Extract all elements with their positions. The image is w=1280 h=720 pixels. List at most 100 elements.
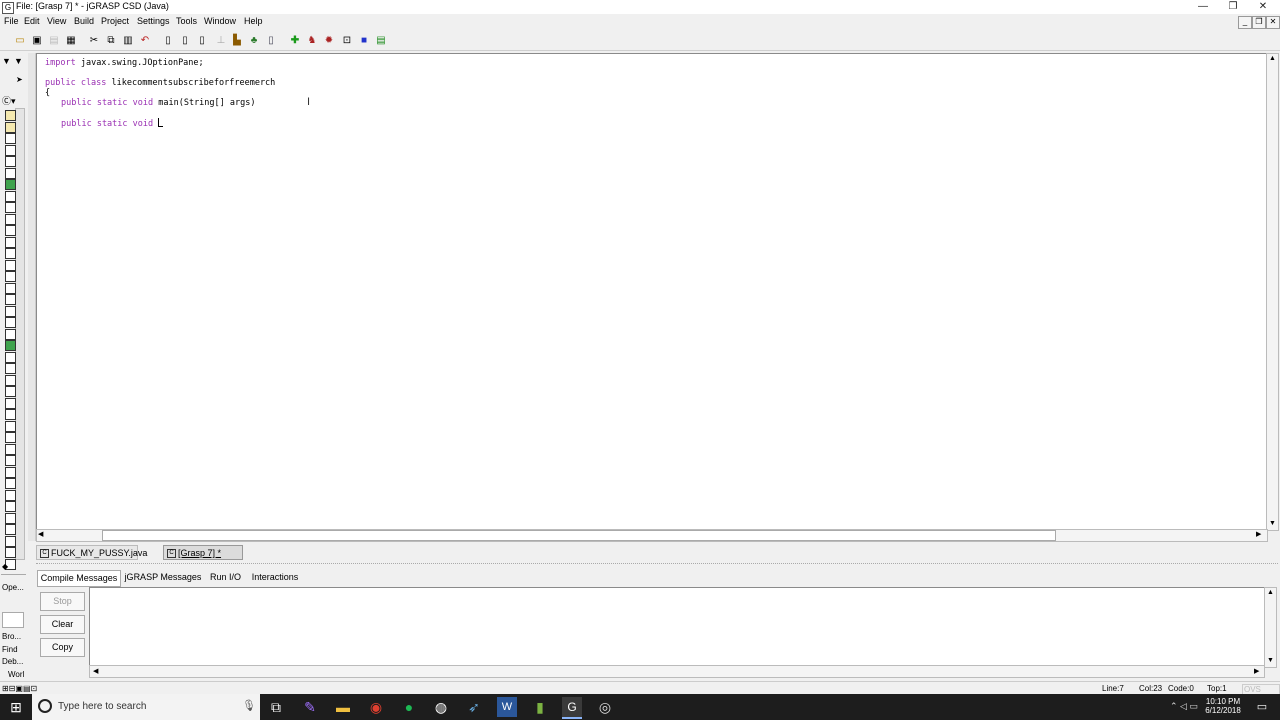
task-view-icon[interactable]: ⧉ <box>266 697 286 717</box>
minecraft-icon[interactable]: ▮ <box>530 697 550 717</box>
browse-item-icon[interactable] <box>5 133 16 144</box>
browse-item-icon[interactable] <box>5 340 16 351</box>
run-icon[interactable]: ♞ <box>304 33 320 49</box>
minimize-button[interactable]: — <box>1188 0 1218 14</box>
taskbar-search-box[interactable]: Type here to search 🎙 <box>32 694 260 720</box>
menu-project[interactable]: Project <box>101 16 129 26</box>
browse-item-icon[interactable] <box>5 501 16 512</box>
green-grid-icon[interactable]: ▤ <box>373 33 389 49</box>
expand-arrow-icon[interactable]: ➤ <box>16 75 23 84</box>
left-scrollbar[interactable] <box>15 108 25 560</box>
copy-button[interactable]: Copy <box>40 638 85 657</box>
browse-item-icon[interactable] <box>5 478 16 489</box>
steam-icon[interactable]: ➶ <box>464 697 484 717</box>
stop-button[interactable]: Stop <box>40 592 85 611</box>
browse-item-icon[interactable] <box>5 374 16 386</box>
editor-tab-file[interactable]: C FUCK_MY_PUSSY.java <box>36 545 147 560</box>
debug-icon[interactable]: ✹ <box>321 33 337 49</box>
horizontal-scroll-thumb[interactable] <box>102 530 1056 541</box>
browse-item-icon[interactable] <box>5 420 16 432</box>
maximize-button[interactable]: ❐ <box>1218 0 1248 14</box>
book-icon[interactable]: ▯ <box>263 33 279 49</box>
mdi-restore-icon[interactable]: ❐ <box>1252 16 1266 29</box>
windows-start-icon[interactable]: ⊞ <box>6 697 26 717</box>
browse-item-icon[interactable] <box>5 363 16 374</box>
class-dropdown-icon[interactable]: Ⓒ▾ <box>2 94 16 107</box>
browse-item-icon[interactable] <box>5 248 16 259</box>
menu-settings[interactable]: Settings <box>137 16 170 26</box>
scroll-down-icon[interactable]: ▼ <box>1267 657 1274 664</box>
chrome-icon[interactable]: ◉ <box>366 697 386 717</box>
editor-tab-grasp7[interactable]: C [Grasp 7] * <box>163 545 243 560</box>
find-label[interactable]: Find <box>2 645 18 654</box>
code-editor[interactable]: import javax.swing.JOptionPane; public c… <box>36 53 1267 531</box>
browse-label[interactable]: Bro... <box>2 632 21 641</box>
mdi-close-icon[interactable]: ✕ <box>1266 16 1280 29</box>
menu-tools[interactable]: Tools <box>176 16 197 26</box>
browse-item-icon[interactable] <box>5 524 16 535</box>
split-divider[interactable] <box>36 563 1278 568</box>
scroll-left-icon[interactable]: ◀ <box>38 530 43 538</box>
browse-item-icon[interactable] <box>5 213 16 225</box>
browse-item-icon[interactable] <box>5 179 16 190</box>
cut-icon[interactable]: ✂ <box>86 33 102 49</box>
menu-help[interactable]: Help <box>244 16 263 26</box>
copy-icon[interactable]: ⧉ <box>103 33 119 49</box>
browse-item-icon[interactable] <box>5 144 16 156</box>
scroll-up-icon[interactable]: ▲ <box>1267 589 1274 596</box>
browse-item-icon[interactable] <box>5 409 16 420</box>
menu-edit[interactable]: Edit <box>24 16 40 26</box>
pen-app-icon[interactable]: ✎ <box>300 697 320 717</box>
step-icon[interactable]: ⊡ <box>339 33 355 49</box>
browse-item-icon[interactable] <box>5 294 16 305</box>
pin-icon[interactable]: ⊥ <box>213 33 229 49</box>
browse-item-icon[interactable] <box>5 489 16 501</box>
build-icon[interactable]: ▙ <box>229 33 245 49</box>
left-collapse-icon[interactable]: ◆ <box>2 562 8 571</box>
dropdown-arrow-icon[interactable]: ▼ <box>2 56 11 66</box>
browse-item-icon[interactable] <box>5 121 16 133</box>
editor-vertical-scrollbar[interactable]: ▲ ▼ <box>1266 53 1279 531</box>
dropdown-arrow-icon[interactable]: ▼ <box>14 56 23 66</box>
project-icon[interactable]: ♣ <box>246 33 262 49</box>
system-tray-icons[interactable]: ⌃ ◁ ▭ <box>1170 701 1198 712</box>
browse-item-icon[interactable] <box>5 282 16 294</box>
debug-label[interactable]: Deb... <box>2 657 23 666</box>
menu-file[interactable]: File <box>4 16 19 26</box>
browse-item-icon[interactable] <box>5 225 16 236</box>
undo-icon[interactable]: ↶ <box>137 33 153 49</box>
browse-item-icon[interactable] <box>5 259 16 271</box>
message-vertical-scrollbar[interactable]: ▲ ▼ <box>1264 587 1277 668</box>
browse-item-icon[interactable] <box>5 110 16 121</box>
microphone-icon[interactable]: 🎙 <box>242 699 256 712</box>
browse-item-icon[interactable] <box>5 455 16 466</box>
mdi-minimize-icon[interactable]: _ <box>1238 16 1252 29</box>
browse-item-icon[interactable] <box>5 432 16 443</box>
tab-interactions[interactable]: Interactions <box>248 570 302 585</box>
compile-icon[interactable]: ✚ <box>287 33 303 49</box>
scroll-left-icon[interactable]: ◀ <box>93 667 98 675</box>
save-all-icon[interactable]: ▤ <box>46 33 62 49</box>
open-files-label[interactable]: Ope... <box>2 583 24 592</box>
tab-run-io[interactable]: Run I/O <box>207 570 244 585</box>
browse-item-icon[interactable] <box>5 271 16 282</box>
obs-icon[interactable]: ◎ <box>595 697 615 717</box>
action-center-icon[interactable]: ▭ <box>1252 697 1272 717</box>
menu-build[interactable]: Build <box>74 16 94 26</box>
page-icon[interactable]: ▯ <box>177 33 193 49</box>
browse-item-icon[interactable] <box>5 535 16 547</box>
menu-window[interactable]: Window <box>204 16 236 26</box>
browse-item-icon[interactable] <box>5 397 16 409</box>
workbench-label[interactable]: Worl <box>8 670 24 679</box>
jgrasp-app-icon[interactable]: G <box>2 2 14 14</box>
page-icon[interactable]: ▯ <box>194 33 210 49</box>
taskbar-clock[interactable]: 10:10 PM 6/12/2018 <box>1205 697 1241 715</box>
browse-item-icon[interactable] <box>5 466 16 478</box>
browse-item-icon[interactable] <box>5 351 16 363</box>
browse-item-icon[interactable] <box>5 236 16 248</box>
message-output-area[interactable] <box>89 587 1265 668</box>
print-icon[interactable]: ▦ <box>63 33 79 49</box>
browse-item-icon[interactable] <box>5 305 16 317</box>
browse-item-icon[interactable] <box>5 328 16 340</box>
tab-jgrasp-messages[interactable]: jGRASP Messages <box>123 570 203 585</box>
